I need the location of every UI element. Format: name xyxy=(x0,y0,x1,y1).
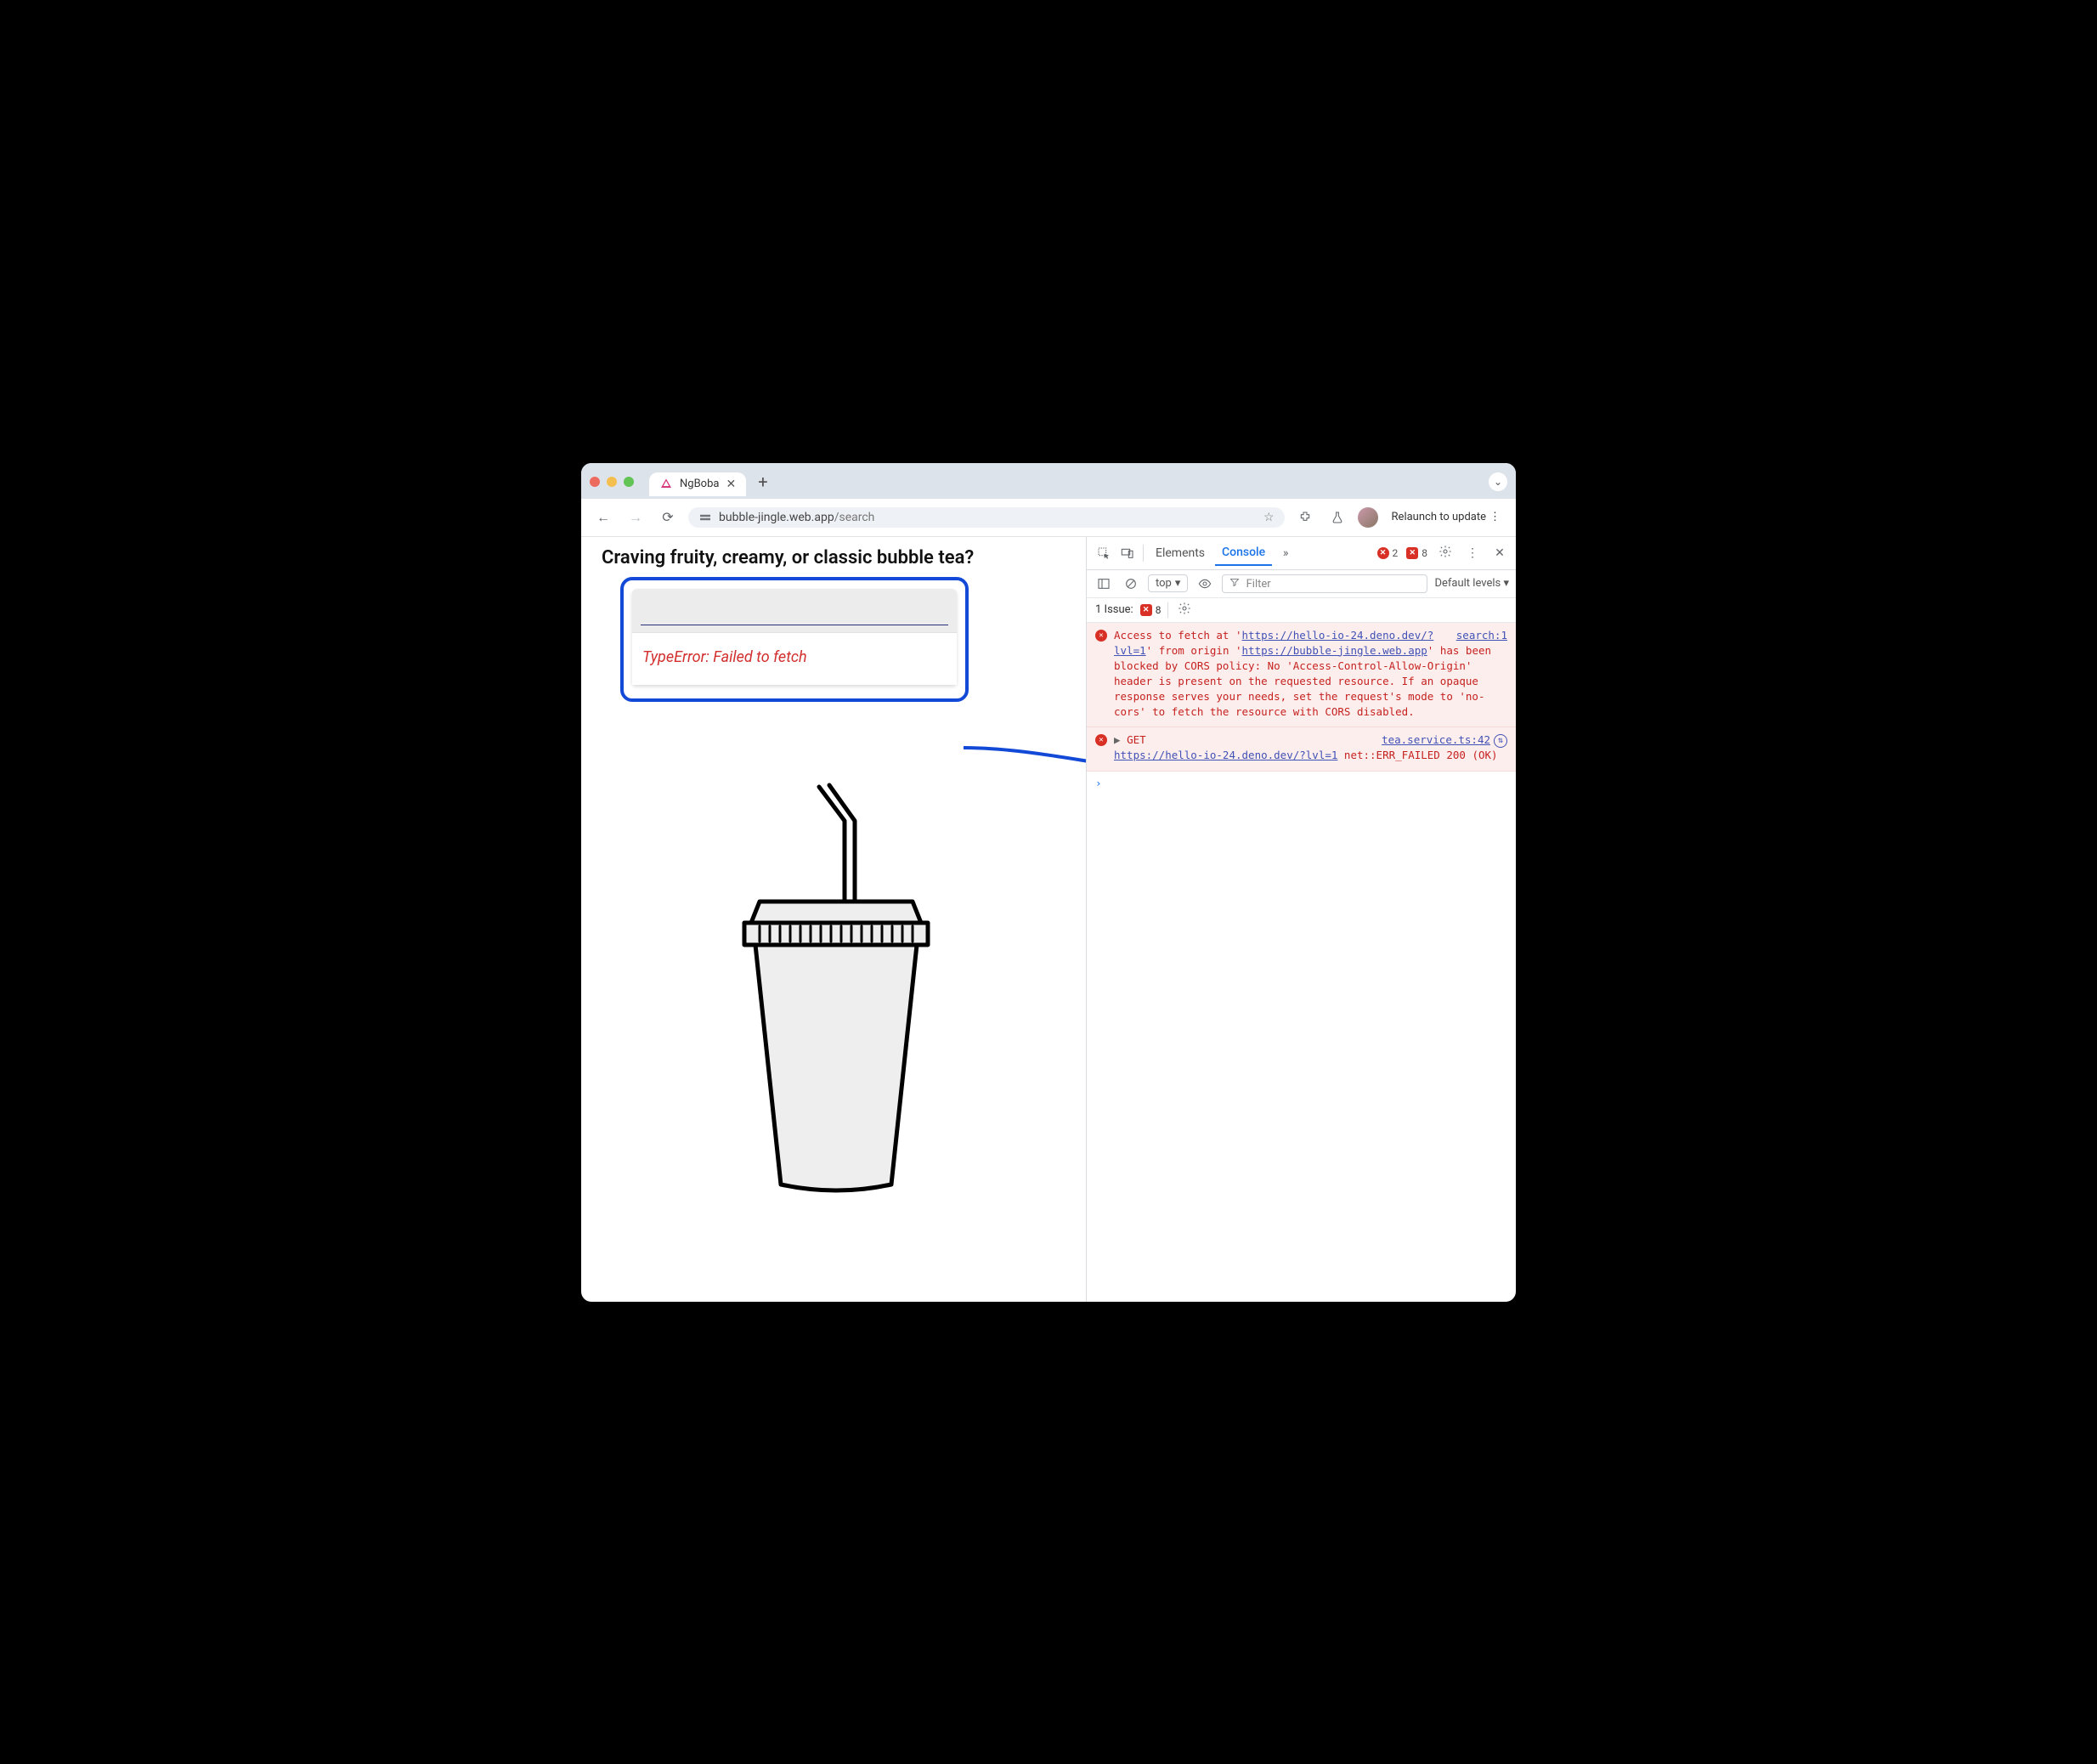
log-levels-label: Default levels xyxy=(1434,577,1501,590)
cup-illustration xyxy=(598,804,1074,1203)
more-icon: ⋮ xyxy=(1489,511,1501,523)
devtools-more-icon[interactable]: ⋮ xyxy=(1463,546,1482,560)
maximize-window-button[interactable] xyxy=(624,477,634,487)
log-levels-selector[interactable]: Default levels ▾ xyxy=(1434,577,1509,590)
devtools-close-icon[interactable]: ✕ xyxy=(1490,546,1509,560)
issues-label: 1 Issue: xyxy=(1095,603,1133,616)
filter-icon xyxy=(1229,578,1242,591)
relaunch-label: Relaunch to update xyxy=(1392,511,1486,523)
url-link[interactable]: https://hello-io-24.deno.dev/?lvl=1 xyxy=(1114,749,1337,761)
tab-elements[interactable]: Elements xyxy=(1149,541,1212,565)
settings-icon[interactable] xyxy=(1436,545,1455,562)
console-message: search:1 Access to fetch at 'https://hel… xyxy=(1114,628,1507,721)
url-text: bubble-jingle.web.app/search xyxy=(719,511,1257,524)
issue-count-badge[interactable]: ✕ 8 xyxy=(1406,547,1427,559)
live-expression-icon[interactable] xyxy=(1195,574,1215,594)
tab-strip: NgBoba ✕ + ⌄ xyxy=(581,463,1516,499)
filter-placeholder: Filter xyxy=(1246,578,1271,591)
issue-icon: ✕ xyxy=(1140,604,1152,616)
address-bar[interactable]: bubble-jingle.web.app/search ☆ xyxy=(688,507,1285,528)
search-input[interactable] xyxy=(641,602,948,625)
error-text: TypeError: Failed to fetch xyxy=(642,648,807,666)
chevron-down-icon: ▾ xyxy=(1175,577,1181,590)
back-button[interactable]: ← xyxy=(591,506,615,529)
annotation-highlight: TypeError: Failed to fetch xyxy=(620,577,969,702)
minimize-window-button[interactable] xyxy=(607,477,617,487)
more-tabs-icon[interactable]: » xyxy=(1275,543,1296,563)
context-selector[interactable]: top ▾ xyxy=(1148,574,1188,592)
content-area: Craving fruity, creamy, or classic bubbl… xyxy=(581,537,1516,1302)
issues-bar: 1 Issue: ✕ 8 xyxy=(1087,598,1516,623)
devtools-panel: Elements Console » ✕ 2 ✕ 8 ⋮ xyxy=(1086,537,1516,1302)
tab-console[interactable]: Console xyxy=(1215,540,1272,566)
msg-text: net::ERR_FAILED 200 (OK) xyxy=(1337,749,1497,761)
context-label: top xyxy=(1156,577,1172,590)
console-entry[interactable]: ✕ tea.service.ts:42 ⇅ GET https://hello-i… xyxy=(1087,727,1516,771)
tab-title: NgBoba xyxy=(680,478,719,490)
issue-count: 8 xyxy=(1422,547,1427,559)
close-window-button[interactable] xyxy=(590,477,600,487)
console-log: ✕ search:1 Access to fetch at 'https://h… xyxy=(1087,623,1516,794)
issues-settings-icon[interactable] xyxy=(1175,602,1194,619)
error-count: 2 xyxy=(1393,547,1399,559)
bookmark-icon[interactable]: ☆ xyxy=(1263,511,1275,524)
issues-count: 8 xyxy=(1156,604,1162,616)
request-initiator-icon[interactable]: ⇅ xyxy=(1494,734,1507,748)
source-link[interactable]: tea.service.ts:42 xyxy=(1382,733,1490,746)
msg-text: Access to fetch at ' xyxy=(1114,629,1242,642)
url-link[interactable]: https://bubble-jingle.web.app xyxy=(1242,644,1427,657)
reload-button[interactable]: ⟳ xyxy=(656,506,680,529)
issues-count-badge[interactable]: ✕ 8 xyxy=(1140,604,1162,616)
page-viewport: Craving fruity, creamy, or classic bubbl… xyxy=(581,537,1086,1302)
forward-button[interactable]: → xyxy=(624,506,647,529)
search-input-wrap xyxy=(632,589,957,632)
browser-toolbar: ← → ⟳ bubble-jingle.web.app/search ☆ Rel… xyxy=(581,499,1516,537)
clear-console-icon[interactable] xyxy=(1121,574,1141,594)
error-icon: ✕ xyxy=(1377,547,1389,559)
search-card: TypeError: Failed to fetch xyxy=(632,589,957,685)
annotation-arrow-icon xyxy=(964,732,1086,783)
tabs-overflow-button[interactable]: ⌄ xyxy=(1489,472,1507,491)
inspect-element-icon[interactable] xyxy=(1094,543,1114,563)
source-link[interactable]: search:1 xyxy=(1456,629,1507,642)
labs-icon[interactable] xyxy=(1325,506,1349,529)
issue-icon: ✕ xyxy=(1406,547,1418,559)
console-prompt[interactable]: › xyxy=(1087,772,1516,794)
site-settings-icon[interactable] xyxy=(698,511,712,524)
browser-tab[interactable]: NgBoba ✕ xyxy=(649,472,746,496)
close-tab-button[interactable]: ✕ xyxy=(726,478,736,491)
favicon-icon xyxy=(659,478,673,491)
profile-avatar[interactable] xyxy=(1358,507,1378,528)
relaunch-button[interactable]: Relaunch to update ⋮ xyxy=(1387,507,1506,527)
page-heading: Craving fruity, creamy, or classic bubbl… xyxy=(602,547,1074,568)
url-path: /search xyxy=(834,511,875,524)
msg-text: ' from origin ' xyxy=(1146,644,1242,657)
url-host: bubble-jingle.web.app xyxy=(719,511,834,524)
filter-input[interactable]: Filter xyxy=(1222,574,1427,593)
console-message: tea.service.ts:42 ⇅ GET https://hello-io-… xyxy=(1114,732,1507,763)
console-toolbar: top ▾ Filter Default levels ▾ xyxy=(1087,570,1516,598)
device-toolbar-icon[interactable] xyxy=(1117,543,1138,563)
extensions-icon[interactable] xyxy=(1293,506,1317,529)
error-icon: ✕ xyxy=(1095,734,1107,746)
http-method: GET xyxy=(1114,733,1146,746)
error-count-badge[interactable]: ✕ 2 xyxy=(1377,547,1399,559)
devtools-tabbar: Elements Console » ✕ 2 ✕ 8 ⋮ xyxy=(1087,537,1516,570)
window-controls xyxy=(590,477,634,487)
console-sidebar-icon[interactable] xyxy=(1094,574,1114,594)
error-panel: TypeError: Failed to fetch xyxy=(632,632,957,685)
browser-window: NgBoba ✕ + ⌄ ← → ⟳ bubble-jingle.web.app… xyxy=(581,463,1516,1302)
new-tab-button[interactable]: + xyxy=(751,472,774,497)
error-icon: ✕ xyxy=(1095,630,1107,642)
console-entry[interactable]: ✕ search:1 Access to fetch at 'https://h… xyxy=(1087,623,1516,728)
